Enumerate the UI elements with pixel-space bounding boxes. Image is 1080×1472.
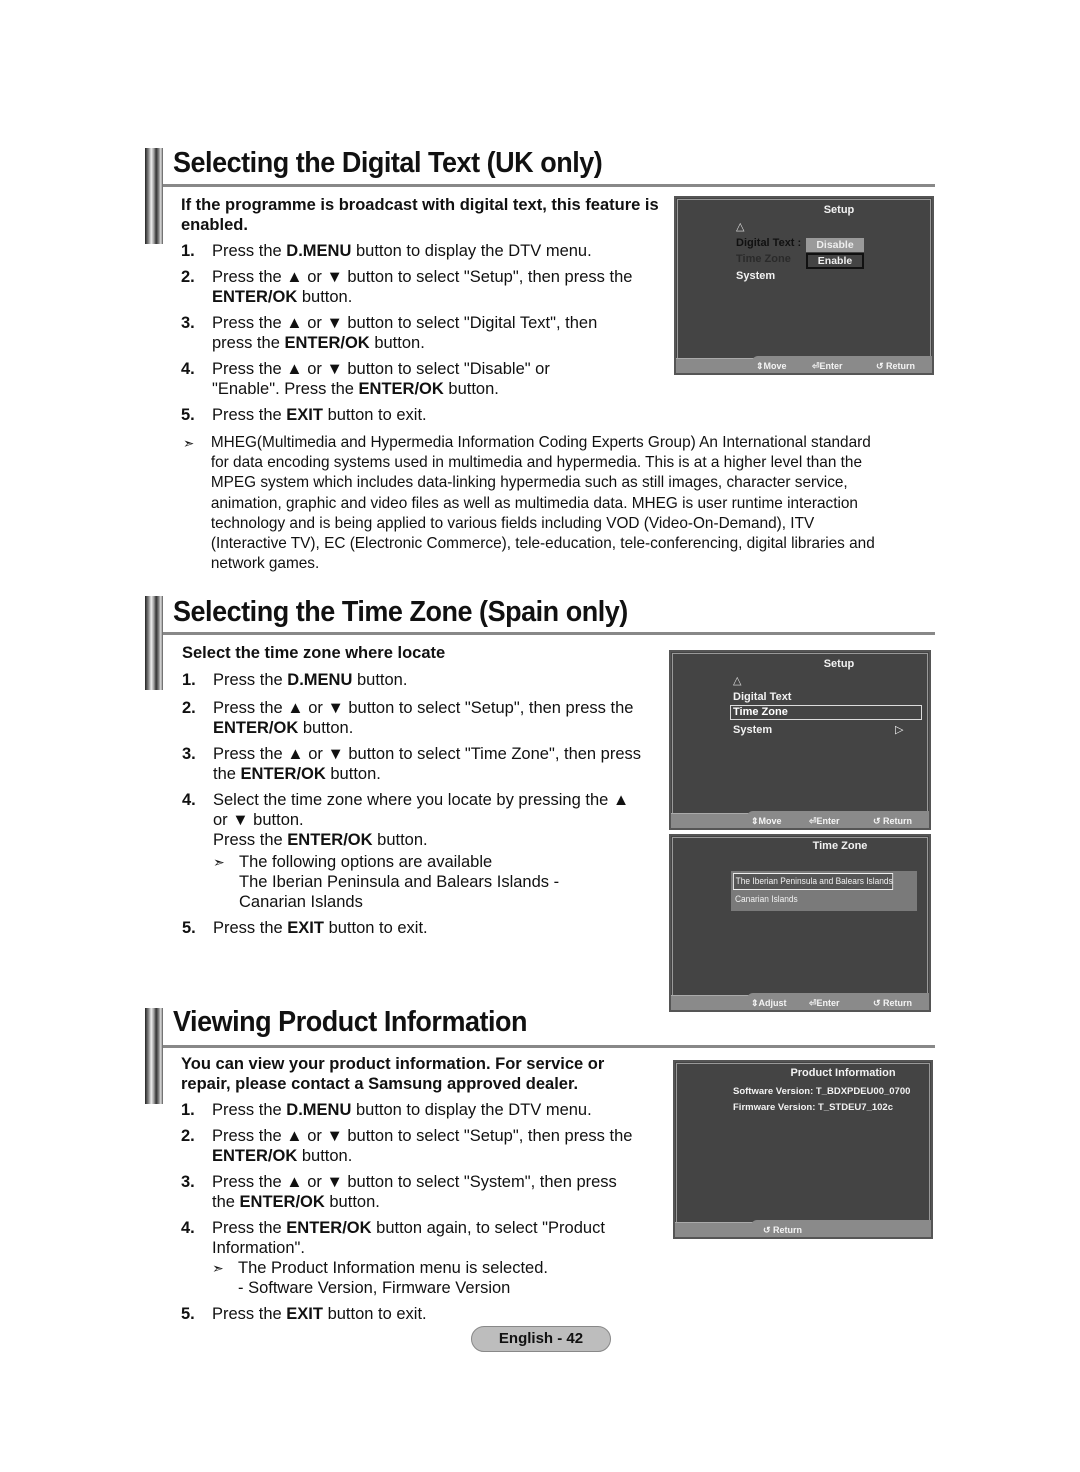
tv-screen-time-zone-options: Time Zone The Iberian Peninsula and Bale… <box>669 834 931 1012</box>
step: 2. Press the ▲ or ▼ button to select "Set… <box>181 1127 633 1165</box>
option-enable[interactable]: Enable <box>806 253 864 269</box>
step: 4. Select the time zone where you locate … <box>182 790 642 912</box>
up-arrow-icon: △ <box>733 675 742 687</box>
return-hint: ↺ Return <box>873 816 913 826</box>
step: 1. Press the D.MENU button to display the… <box>181 1101 592 1119</box>
section-title: Selecting the Digital Text (UK only) <box>173 147 603 179</box>
section-marker <box>145 148 163 244</box>
menu-item-time-zone[interactable]: Time Zone <box>736 253 791 265</box>
note-arrow-icon: ➣ <box>212 1260 224 1276</box>
menu-item-system[interactable]: System <box>733 724 772 736</box>
screen-title: Time Zone <box>812 840 868 852</box>
steps-list: 1. Press the D.MENU button to display the… <box>181 1100 641 1330</box>
step: 4. Press the ENTER/OK button again, to se… <box>181 1218 641 1298</box>
enter-hint: ⏎Enter <box>809 816 840 826</box>
tv-screen-product-info: Product Information Software Version: T_… <box>673 1060 933 1239</box>
step: 2. Press the ▲ or ▼ button to select "Set… <box>182 699 634 737</box>
steps-list: 1. Press the D.MENU button. 2. Press the ▲… <box>182 670 642 944</box>
menu-item-time-zone[interactable]: Time Zone <box>730 705 922 720</box>
enter-hint: ⏎Enter <box>812 361 843 371</box>
time-zone-list: The Iberian Peninsula and Balears Island… <box>731 871 917 911</box>
option-disable[interactable]: Disable <box>806 238 864 252</box>
return-hint: ↺ Return <box>876 361 916 371</box>
option-canarian-islands[interactable]: Canarian Islands <box>735 893 798 907</box>
title-divider <box>163 1045 935 1048</box>
option-iberian-peninsula[interactable]: The Iberian Peninsula and Balears Island… <box>733 873 894 890</box>
move-hint: ⇕Move <box>756 361 787 371</box>
title-divider <box>163 184 935 187</box>
step: 5. Press the EXIT button to exit. <box>182 919 428 937</box>
screen-title: Setup <box>823 658 855 670</box>
section-marker <box>145 596 163 690</box>
step: 3. Press the ▲ or ▼ button to select "Sys… <box>181 1173 617 1211</box>
title-divider <box>163 632 935 635</box>
up-arrow-icon: △ <box>736 221 745 233</box>
step: 3. Press the ▲ or ▼ button to select "Tim… <box>182 745 642 783</box>
software-version: Software Version: T_BDXPDEU00_0700 <box>733 1086 911 1097</box>
steps-list: 1. Press the D.MENU button to display the… <box>181 241 641 431</box>
note: ➣ The Product Information menu is select… <box>212 1259 548 1297</box>
intro-text: Select the time zone where locate <box>182 644 446 662</box>
return-hint: ↺ Return <box>763 1225 803 1235</box>
step: 1. Press the D.MENU button. <box>182 671 408 689</box>
step: 4. Press the ▲ or ▼ button to select "Dis… <box>181 360 550 398</box>
intro-text: If the programme is broadcast with digit… <box>181 196 659 234</box>
note-arrow-icon: ➣ <box>183 435 195 451</box>
note-arrow-icon: ➣ <box>213 854 225 870</box>
step: 2. Press the ▲ or ▼ button to select "Set… <box>181 268 633 306</box>
section-marker <box>145 1008 163 1104</box>
submenu-arrow-icon: ▷ <box>895 724 904 736</box>
step: 3. Press the ▲ or ▼ button to select "Dig… <box>181 314 598 352</box>
section-title: Selecting the Time Zone (Spain only) <box>173 596 628 628</box>
step: 1. Press the D.MENU button to display the… <box>181 242 592 260</box>
menu-item-system[interactable]: System <box>736 270 775 282</box>
mheg-note: ➣ MHEG(Multimedia and Hypermedia Informa… <box>183 434 875 573</box>
intro-text: You can view your product information. F… <box>181 1055 605 1093</box>
screen-title: Product Information <box>790 1067 896 1079</box>
firmware-version: Firmware Version: T_STDEU7_102c <box>733 1102 893 1113</box>
section-title: Viewing Product Information <box>173 1006 528 1038</box>
tv-screen-setup-time-zone: Setup △ Digital Text Time Zone System ▷ … <box>669 650 931 830</box>
menu-item-digital-text[interactable]: Digital Text : <box>736 237 801 249</box>
step: 5. Press the EXIT button to exit. <box>181 406 427 424</box>
page-number-badge: English - 42 <box>471 1326 611 1352</box>
menu-item-digital-text[interactable]: Digital Text <box>733 691 791 703</box>
note: ➣ The following options are available Th… <box>213 853 560 911</box>
tv-screen-setup-digital-text: Setup △ Digital Text : Time Zone System … <box>674 196 934 375</box>
screen-title: Setup <box>823 204 855 216</box>
move-hint: ⇕Move <box>751 816 782 826</box>
step: 5. Press the EXIT button to exit. <box>181 1305 427 1323</box>
